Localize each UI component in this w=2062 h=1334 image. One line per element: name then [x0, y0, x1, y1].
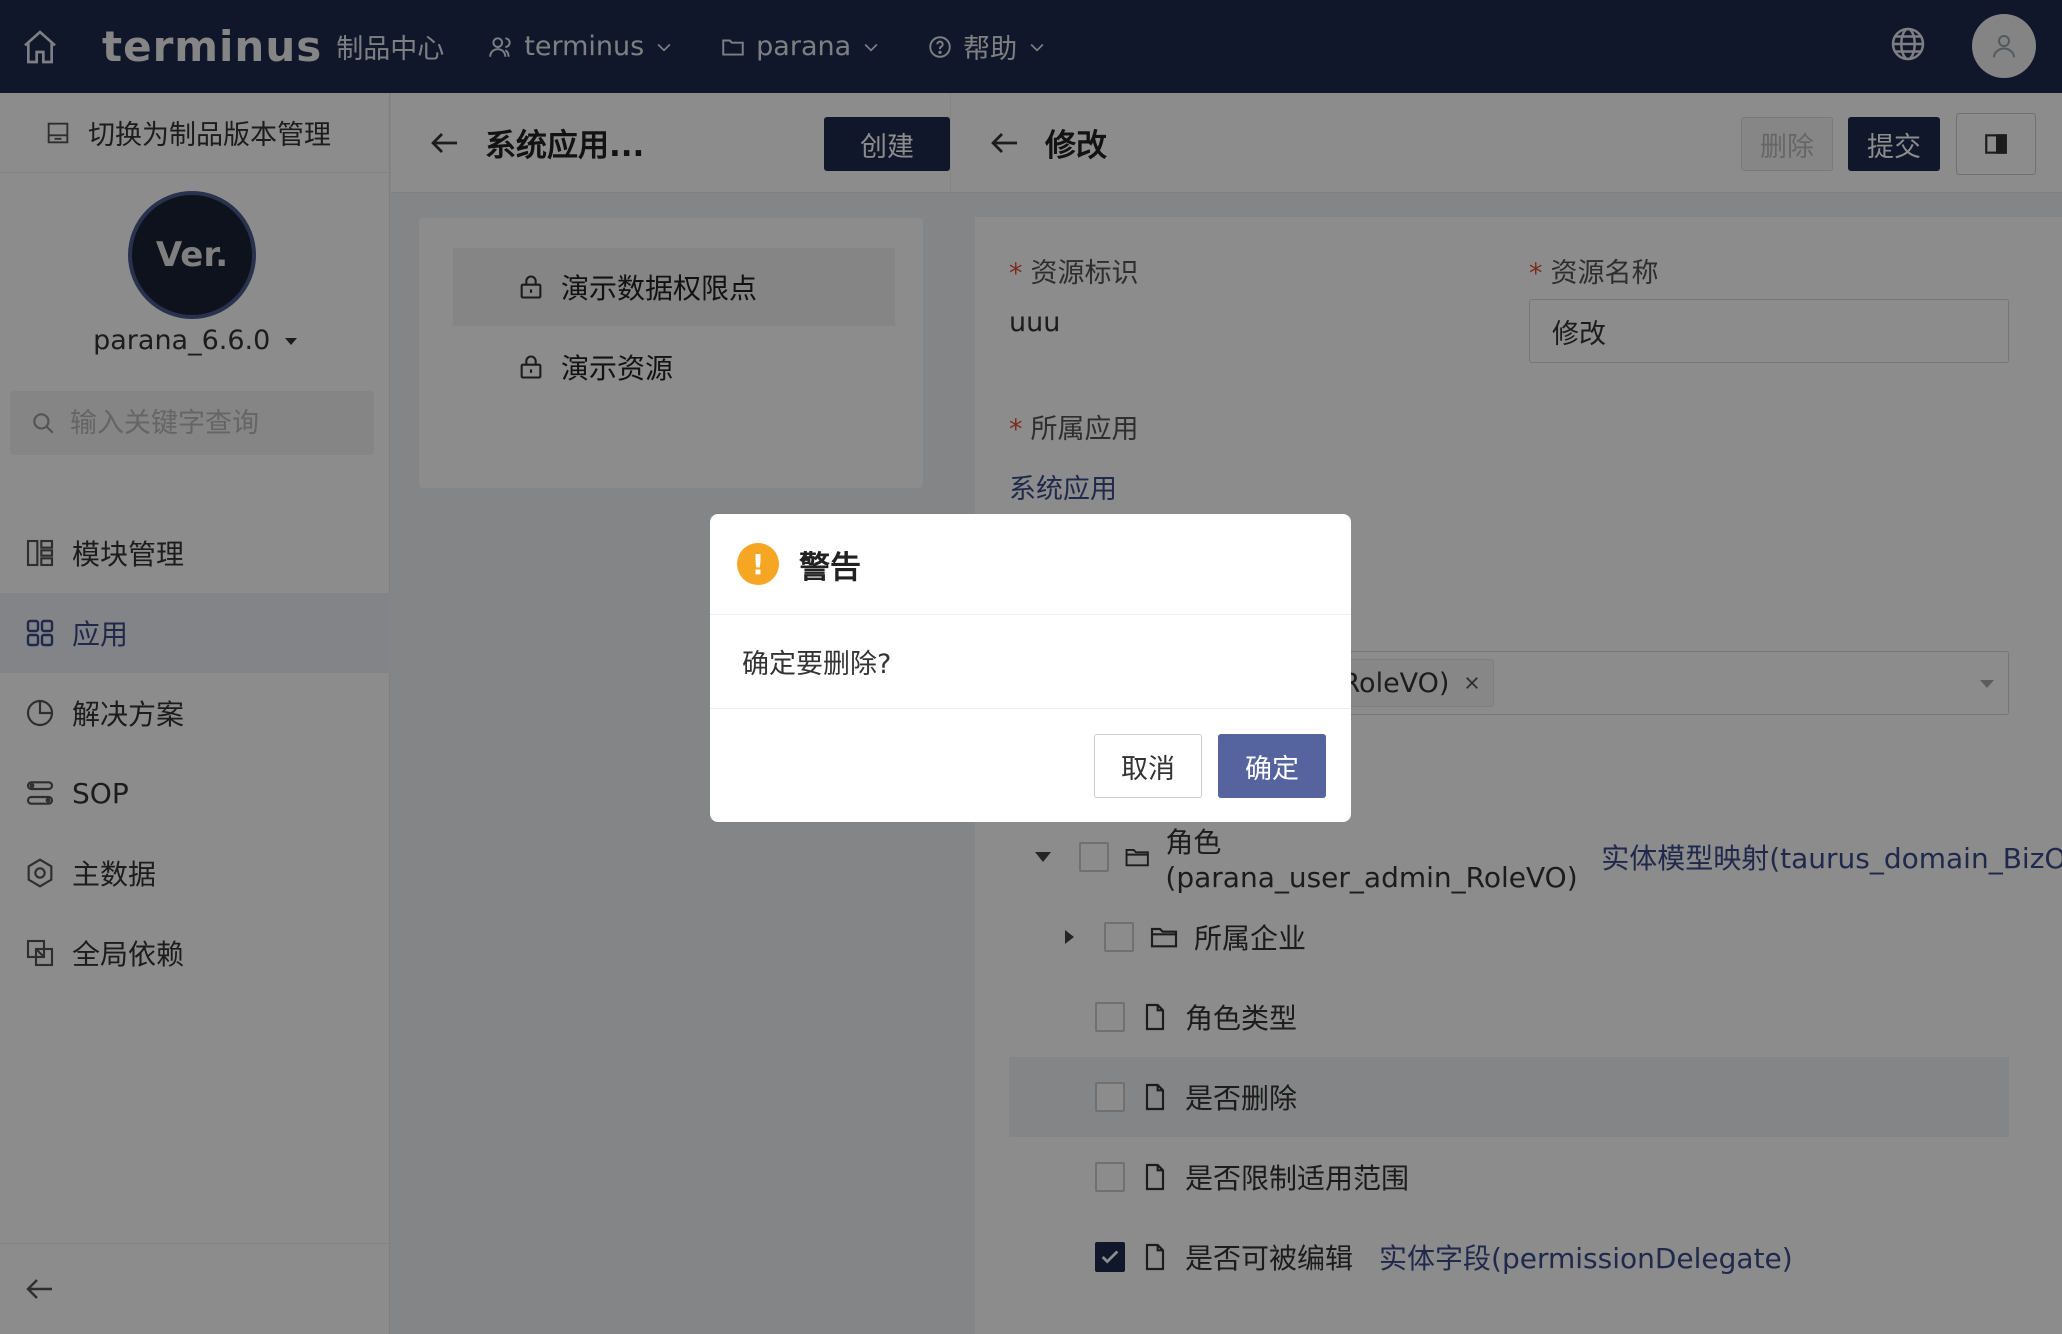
confirm-dialog: ! 警告 确定要删除? 取消 确定 — [710, 514, 1351, 822]
cancel-button[interactable]: 取消 — [1094, 734, 1202, 798]
dialog-message: 确定要删除? — [710, 615, 1351, 709]
confirm-button[interactable]: 确定 — [1218, 734, 1326, 798]
dialog-header: ! 警告 — [710, 514, 1351, 615]
warning-icon: ! — [737, 543, 779, 585]
dialog-title: 警告 — [799, 549, 861, 586]
